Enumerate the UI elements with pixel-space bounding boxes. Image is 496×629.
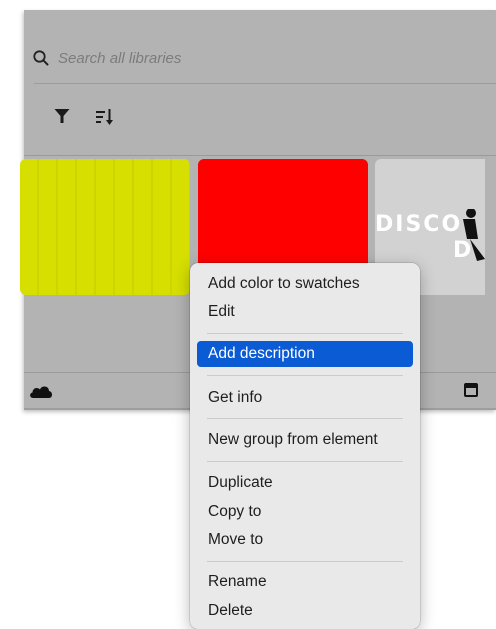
menu-item-edit[interactable]: Edit (197, 299, 413, 325)
disco-logo-image: DISCO D (375, 209, 485, 263)
filter-icon[interactable] (54, 108, 70, 124)
search-bar[interactable] (24, 38, 496, 78)
menu-separator (207, 333, 403, 334)
svg-text:DISCO: DISCO (375, 212, 462, 237)
color-swatch-yellow[interactable] (20, 159, 190, 295)
search-input[interactable] (58, 44, 478, 72)
search-divider (34, 83, 496, 84)
search-icon (33, 50, 49, 66)
sort-icon[interactable] (95, 107, 115, 127)
menu-separator (207, 561, 403, 562)
menu-separator (207, 418, 403, 419)
menu-item-add-color-to-swatches[interactable]: Add color to swatches (197, 271, 413, 297)
menu-separator (207, 375, 403, 376)
cloud-icon[interactable] (28, 382, 54, 400)
menu-item-copy-to[interactable]: Copy to (197, 499, 413, 525)
panel-view-icon[interactable] (464, 383, 478, 397)
svg-text:D: D (453, 238, 471, 263)
menu-item-get-info[interactable]: Get info (197, 385, 413, 411)
toolbar-divider (24, 155, 496, 156)
menu-item-new-group-from-element[interactable]: New group from element (197, 427, 413, 453)
context-menu: Add color to swatches Edit Add descripti… (190, 263, 420, 629)
menu-item-rename[interactable]: Rename (197, 569, 413, 595)
menu-item-delete[interactable]: Delete (197, 598, 413, 624)
menu-separator (207, 461, 403, 462)
menu-item-add-description[interactable]: Add description (197, 341, 413, 367)
menu-item-duplicate[interactable]: Duplicate (197, 470, 413, 496)
menu-item-move-to[interactable]: Move to (197, 527, 413, 553)
